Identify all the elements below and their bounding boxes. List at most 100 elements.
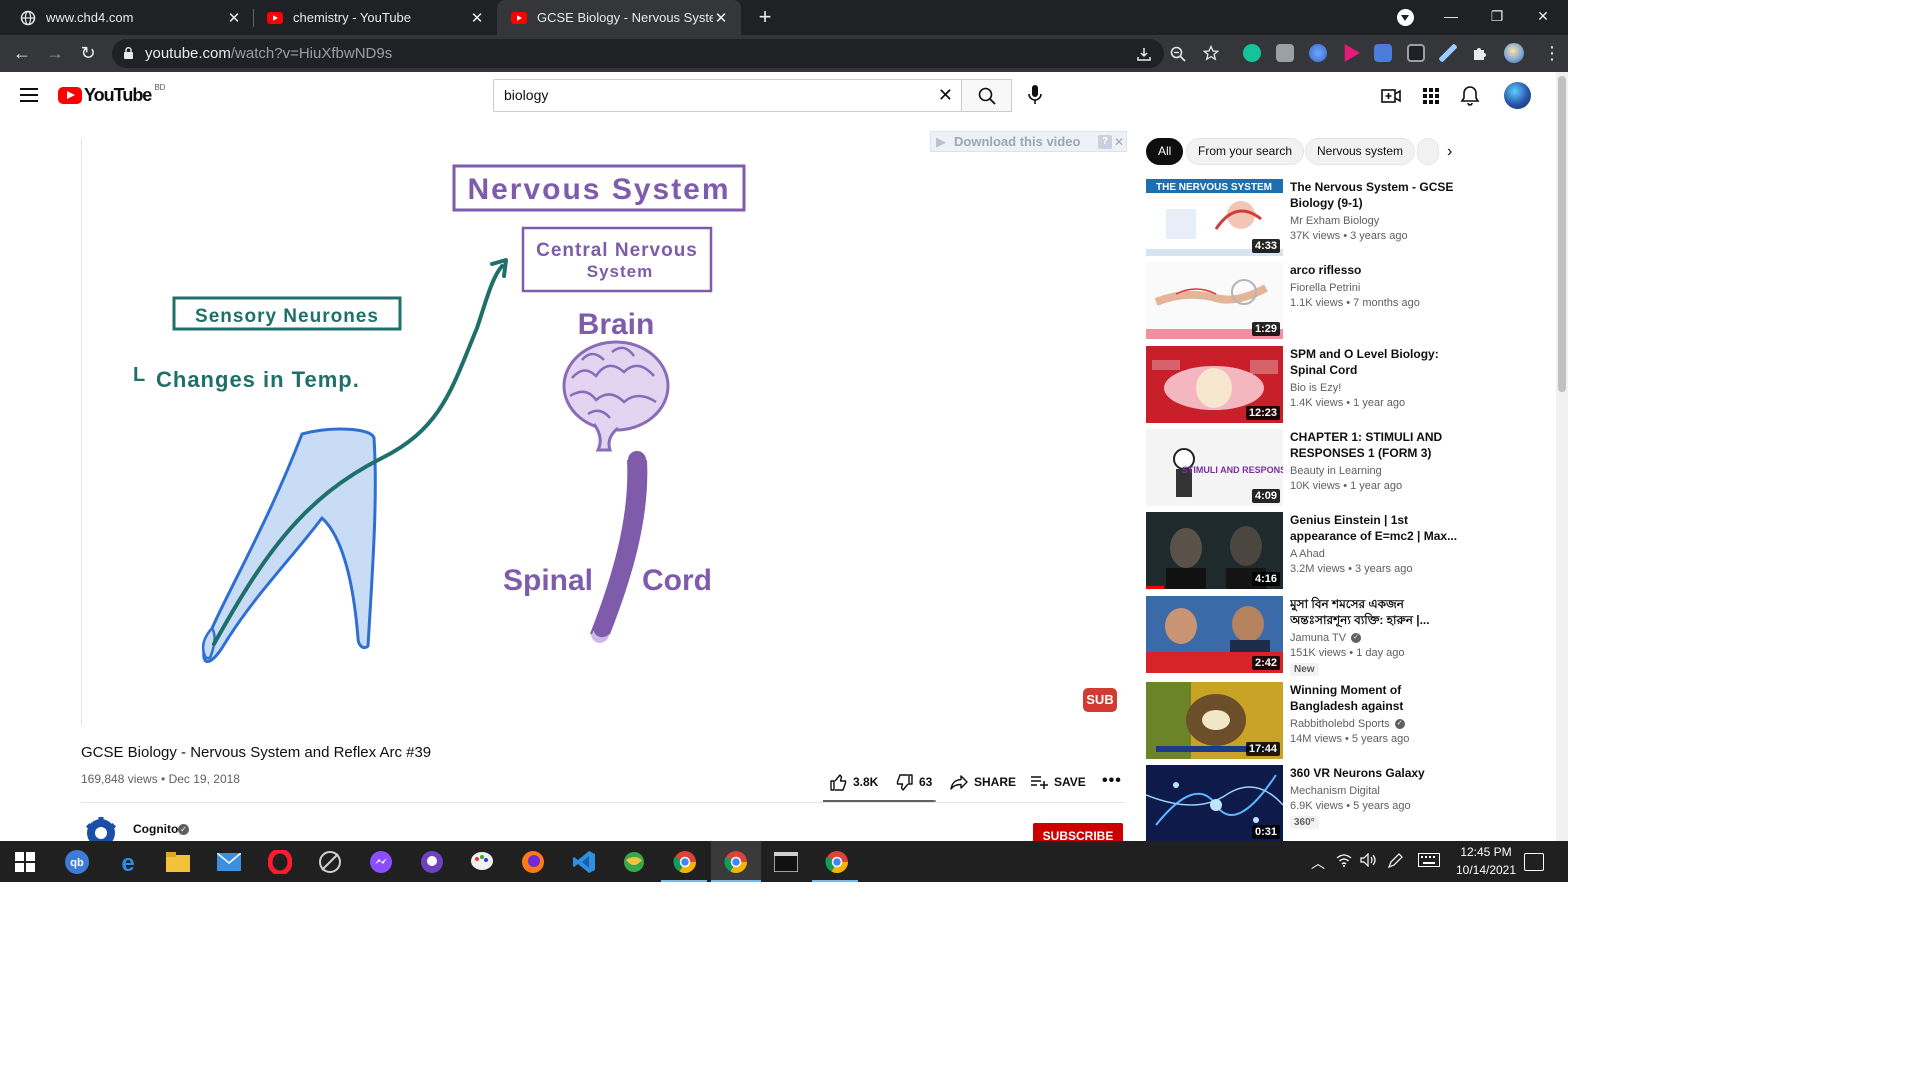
restore-button[interactable]: ❐ <box>1474 0 1520 35</box>
file-explorer-icon[interactable] <box>165 849 191 875</box>
tray-expand-icon[interactable]: ︿ <box>1311 853 1325 873</box>
account-avatar[interactable] <box>1504 82 1531 109</box>
close-tab-icon[interactable]: ✕ <box>226 9 242 27</box>
recommendation-channel[interactable]: Jamuna TV ✓ <box>1290 632 1362 644</box>
terminal-icon[interactable] <box>773 849 799 875</box>
github-desktop-icon[interactable] <box>419 849 445 875</box>
recommendation-item[interactable]: 1:29 arco riflesso Fiorella Petrini 1.1K… <box>1146 262 1546 340</box>
tab-search-icon[interactable] <box>1397 9 1414 26</box>
globe-app-icon[interactable] <box>621 849 647 875</box>
browser-tab-chd4[interactable]: www.chd4.com ✕ <box>6 0 254 35</box>
chip-from-your-search[interactable]: From your search <box>1186 138 1305 165</box>
clear-search-icon[interactable]: ✕ <box>938 85 953 106</box>
notification-center-icon[interactable] <box>1524 853 1544 871</box>
screen-extension-icon[interactable] <box>1407 44 1425 62</box>
recommendation-title[interactable]: CHAPTER 1: STIMULI AND RESPONSES 1 (FORM… <box>1290 429 1460 461</box>
messenger-icon[interactable] <box>368 849 394 875</box>
new-tab-button[interactable]: + <box>752 4 778 30</box>
vscode-icon[interactable] <box>571 849 597 875</box>
chip-next-partial[interactable] <box>1417 138 1439 165</box>
chrome-active-icon[interactable] <box>723 849 749 875</box>
recommendation-title[interactable]: 360 VR Neurons Galaxy <box>1290 765 1460 781</box>
video-thumbnail[interactable]: STIMULI AND RESPONSES 4:09 <box>1146 429 1283 506</box>
subscribe-button[interactable]: SUBSCRIBE <box>1033 823 1123 841</box>
search-input[interactable]: biology ✕ <box>493 79 961 112</box>
channel-avatar[interactable] <box>83 817 119 841</box>
share-button[interactable]: SHARE <box>950 771 1016 793</box>
recommendation-channel[interactable]: A Ahad <box>1290 548 1325 560</box>
recommendation-item[interactable]: 4:16 Genius Einstein | 1st appearance of… <box>1146 512 1546 590</box>
video-thumbnail[interactable]: 2:42 <box>1146 596 1283 673</box>
video-thumbnail[interactable]: 0:31 <box>1146 765 1283 842</box>
zoom-icon[interactable] <box>1170 46 1186 62</box>
download-video-banner[interactable]: ▶ Download this video ? ✕ <box>930 131 1127 152</box>
address-bar[interactable]: youtube.com/watch?v=HiuXfbwND9s <box>112 39 1164 68</box>
install-app-icon[interactable] <box>1136 46 1152 62</box>
apps-grid-icon[interactable] <box>1420 85 1442 107</box>
chip-all[interactable]: All <box>1146 138 1184 165</box>
like-button[interactable]: 3.8K <box>830 771 878 793</box>
chrome-menu-icon[interactable]: ⋮ <box>1543 43 1561 63</box>
recommendation-channel[interactable]: Mr Exham Biology <box>1290 215 1379 227</box>
recommendation-item[interactable]: 12:23 SPM and O Level Biology: Spinal Co… <box>1146 346 1546 424</box>
minimize-button[interactable]: — <box>1428 0 1474 35</box>
chip-nervous-system[interactable]: Nervous system <box>1305 138 1416 165</box>
recommendation-channel[interactable]: Bio is Ezy! <box>1290 382 1341 394</box>
video-thumbnail[interactable]: 4:16 <box>1146 512 1283 589</box>
lock-icon[interactable] <box>124 47 133 59</box>
volume-icon[interactable] <box>1360 852 1376 870</box>
firefox-icon[interactable] <box>520 849 546 875</box>
grammarly-extension-icon[interactable] <box>1243 44 1261 62</box>
pen-icon[interactable] <box>1387 853 1403 872</box>
youtube-logo[interactable]: YouTube BD <box>58 83 165 105</box>
recommendation-title[interactable]: arco riflesso <box>1290 262 1460 278</box>
recommendation-title[interactable]: Genius Einstein | 1st appearance of E=mc… <box>1290 512 1460 544</box>
extensions-puzzle-icon[interactable] <box>1471 44 1489 62</box>
notifications-bell-icon[interactable] <box>1459 85 1481 107</box>
downloader-extension-icon[interactable] <box>1374 44 1392 62</box>
video-thumbnail[interactable]: 12:23 <box>1146 346 1283 423</box>
recommendation-item[interactable]: 2:42 মুসা বিন শমসের একজন অন্তঃসারশূন্য ব… <box>1146 596 1546 676</box>
close-window-button[interactable]: ✕ <box>1520 0 1566 35</box>
browser-tab-chemistry[interactable]: chemistry - YouTube ✕ <box>253 0 497 35</box>
chrome-icon[interactable] <box>672 849 698 875</box>
video-player[interactable]: Nervous System Central Nervous System Br… <box>81 138 1127 726</box>
dislike-button[interactable]: 63 <box>896 771 932 793</box>
search-button[interactable] <box>961 79 1012 112</box>
pen-extension-icon[interactable] <box>1439 44 1457 62</box>
back-button[interactable]: ← <box>9 41 35 67</box>
vpn-extension-icon[interactable] <box>1309 44 1327 62</box>
recommendation-item[interactable]: STIMULI AND RESPONSES 4:09 CHAPTER 1: ST… <box>1146 429 1546 507</box>
recommendation-channel[interactable]: Fiorella Petrini <box>1290 282 1360 294</box>
play-extension-icon[interactable] <box>1344 44 1360 62</box>
recommendation-title[interactable]: Winning Moment of Bangladesh against Pak… <box>1290 682 1460 714</box>
recommendation-title[interactable]: মুসা বিন শমসের একজন অন্তঃসারশূন্য ব্যক্ত… <box>1290 596 1460 628</box>
forward-button[interactable]: → <box>42 41 68 67</box>
scrollbar-thumb[interactable] <box>1558 76 1566 392</box>
recommendation-item[interactable]: THE NERVOUS SYSTEM 4:33 The Nervous Syst… <box>1146 179 1546 257</box>
video-thumbnail[interactable]: THE NERVOUS SYSTEM 4:33 <box>1146 179 1283 256</box>
create-video-icon[interactable] <box>1380 85 1402 107</box>
paint-app-icon[interactable] <box>469 849 495 875</box>
close-tab-icon[interactable]: ✕ <box>713 9 729 27</box>
save-button[interactable]: SAVE <box>1030 771 1086 793</box>
page-scrollbar[interactable] <box>1556 72 1568 841</box>
video-thumbnail[interactable]: 17:44 <box>1146 682 1283 759</box>
media-app-icon[interactable] <box>317 849 343 875</box>
wifi-icon[interactable] <box>1336 853 1352 870</box>
bookmark-star-icon[interactable] <box>1203 45 1219 61</box>
menu-icon[interactable] <box>20 88 38 102</box>
channel-name[interactable]: Cognito <box>133 822 178 836</box>
help-icon[interactable]: ? <box>1098 134 1112 149</box>
profile-avatar-icon[interactable] <box>1504 43 1524 63</box>
recommendation-channel[interactable]: Rabbitholebd Sports ✓ <box>1290 718 1405 730</box>
recommendation-title[interactable]: SPM and O Level Biology: Spinal Cord <box>1290 346 1460 378</box>
browser-tab-gcse-biology[interactable]: GCSE Biology - Nervous System a ✕ <box>497 0 741 35</box>
close-banner-icon[interactable]: ✕ <box>1112 135 1126 149</box>
recommendation-item[interactable]: 17:44 Winning Moment of Bangladesh again… <box>1146 682 1546 760</box>
recommendation-channel[interactable]: Mechanism Digital <box>1290 785 1380 797</box>
recommendation-title[interactable]: The Nervous System - GCSE Biology (9-1) <box>1290 179 1460 211</box>
edge-icon[interactable]: e <box>115 849 141 875</box>
keyboard-icon[interactable] <box>1418 853 1440 870</box>
more-actions-icon[interactable]: ••• <box>1102 772 1122 790</box>
